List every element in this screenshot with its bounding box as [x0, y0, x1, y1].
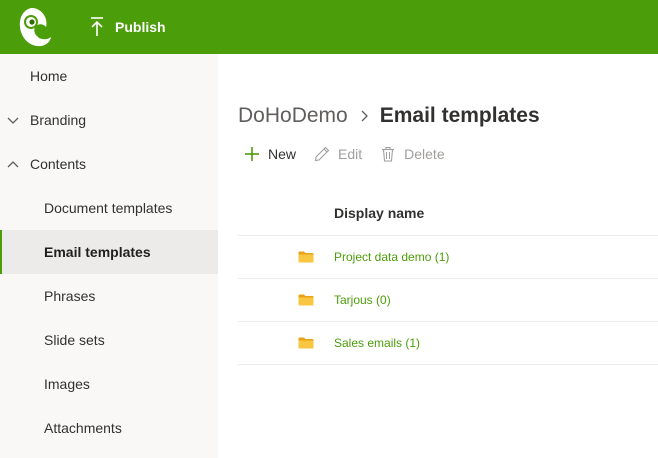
table-row[interactable]: Sales emails (1)	[238, 322, 658, 365]
sidebar-item-attachments[interactable]: Attachments	[0, 406, 218, 450]
sidebar-item-label: Phrases	[44, 288, 96, 304]
sidebar-item-label: Branding	[30, 112, 87, 128]
sidebar-nav: Home Branding Contents Document template…	[0, 54, 218, 458]
sidebar-item-label: Email templates	[44, 244, 151, 260]
sidebar-item-label: Images	[44, 376, 90, 392]
table-row[interactable]: Project data demo (1)	[238, 236, 658, 279]
pencil-icon	[314, 146, 330, 162]
sidebar-item-branding[interactable]: Branding	[0, 98, 218, 142]
folder-icon	[298, 337, 314, 349]
chevron-down-icon[interactable]	[6, 114, 20, 128]
sidebar-item-label: Home	[30, 68, 68, 84]
sidebar-item-phrases[interactable]: Phrases	[0, 274, 218, 318]
folder-link[interactable]: Sales emails (1)	[334, 336, 420, 350]
plus-icon	[245, 147, 259, 161]
sidebar-item-contents[interactable]: Contents	[0, 142, 218, 186]
app-logo-icon[interactable]	[17, 6, 53, 48]
upload-icon	[91, 17, 103, 36]
delete-label: Delete	[404, 146, 445, 162]
page-title: Email templates	[379, 104, 540, 127]
trash-icon	[382, 146, 395, 162]
sidebar-item-label: Attachments	[44, 420, 122, 436]
publish-button[interactable]: Publish	[88, 14, 166, 40]
chevron-right-icon	[361, 110, 368, 122]
table-row[interactable]: Tarjous (0)	[238, 279, 658, 322]
top-bar: Publish	[0, 0, 658, 54]
folder-link[interactable]: Tarjous (0)	[334, 293, 391, 307]
chevron-up-icon[interactable]	[6, 158, 20, 172]
command-bar: New Edit Delete	[244, 142, 463, 166]
sidebar-item-label: Slide sets	[44, 332, 105, 348]
sidebar-item-images[interactable]: Images	[0, 362, 218, 406]
sidebar-item-label: Document templates	[44, 200, 173, 216]
sidebar-item-label: Contents	[30, 156, 87, 172]
templates-list: Display name Project data demo (1) Tarjo…	[238, 191, 658, 365]
breadcrumb-root-link[interactable]: DoHoDemo	[238, 104, 348, 128]
main-content: DoHoDemo Email templates New Edit Delete…	[218, 54, 658, 458]
delete-button[interactable]: Delete	[380, 146, 445, 162]
breadcrumb: DoHoDemo Email templates	[238, 102, 540, 130]
new-button[interactable]: New	[244, 146, 296, 162]
sidebar-item-home[interactable]: Home	[0, 54, 218, 98]
sidebar-item-document-templates[interactable]: Document templates	[0, 186, 218, 230]
folder-icon	[298, 294, 314, 306]
edit-label: Edit	[338, 146, 363, 162]
folder-link[interactable]: Project data demo (1)	[334, 250, 449, 264]
new-label: New	[268, 146, 297, 162]
column-header-display-name[interactable]: Display name	[238, 191, 658, 236]
sidebar-item-slide-sets[interactable]: Slide sets	[0, 318, 218, 362]
edit-button[interactable]: Edit	[314, 146, 362, 162]
folder-icon	[298, 251, 314, 263]
publish-label: Publish	[115, 19, 166, 35]
sidebar-item-email-templates[interactable]: Email templates	[0, 230, 218, 274]
